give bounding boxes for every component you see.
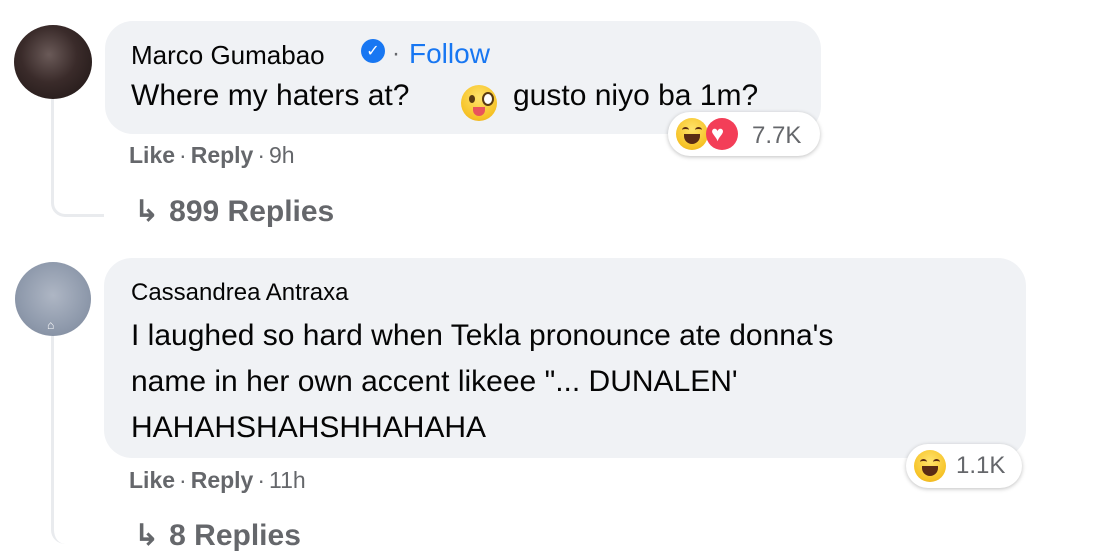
like-button[interactable]: Like (129, 467, 175, 493)
view-replies-link[interactable]: ↳ 8 Replies (134, 518, 301, 553)
reply-button[interactable]: Reply (191, 142, 254, 168)
separator-dot: · (179, 142, 187, 168)
separator-dot: · (392, 40, 400, 67)
comment-text-line: name in her own accent likeee "... DUNAL… (131, 365, 738, 398)
comment-author[interactable]: Marco Gumabao (131, 40, 325, 71)
comment-actions: Like · Reply · 11h (129, 467, 306, 494)
comment-text-continued: gusto niyo ba 1m? (513, 79, 759, 112)
separator-dot: · (179, 467, 187, 493)
view-replies-link[interactable]: ↳ 899 Replies (134, 194, 334, 229)
comment-author[interactable]: Cassandrea Antraxa (131, 279, 348, 307)
comment-timestamp[interactable]: 9h (269, 142, 295, 168)
comment-text: I laughed so hard when Tekla pronounce a… (131, 313, 833, 451)
replies-count-label: 899 Replies (169, 195, 335, 228)
comment-text-line: HAHAHSHAHSHHAHAHA (131, 411, 487, 444)
comment-text: Where my haters at? (131, 79, 410, 112)
comment-text-line: I laughed so hard when Tekla pronounce a… (131, 319, 834, 352)
reaction-count[interactable]: 7.7K (752, 122, 801, 150)
verified-badge-icon: ✓ (361, 39, 385, 63)
zany-face-emoji-icon (461, 85, 497, 121)
reply-arrow-icon: ↳ (134, 195, 160, 228)
haha-reaction-icon (676, 118, 708, 150)
thread-connector-line (51, 99, 104, 217)
comment-actions: Like · Reply · 9h (129, 142, 295, 169)
separator-dot: · (257, 142, 266, 168)
haha-reaction-icon (914, 450, 946, 482)
follow-link[interactable]: Follow (409, 38, 490, 70)
avatar[interactable] (14, 25, 92, 99)
avatar[interactable]: ⌂ (15, 262, 91, 336)
reply-button[interactable]: Reply (191, 467, 254, 493)
home-icon: ⌂ (47, 318, 55, 332)
thread-connector-line (51, 336, 104, 544)
like-button[interactable]: Like (129, 142, 175, 168)
love-reaction-icon: ♥ (706, 118, 738, 150)
replies-count-label: 8 Replies (169, 519, 301, 552)
comment-timestamp[interactable]: 11h (269, 467, 306, 493)
reply-arrow-icon: ↳ (134, 519, 160, 552)
reaction-count[interactable]: 1.1K (956, 452, 1005, 480)
separator-dot: · (257, 467, 266, 493)
